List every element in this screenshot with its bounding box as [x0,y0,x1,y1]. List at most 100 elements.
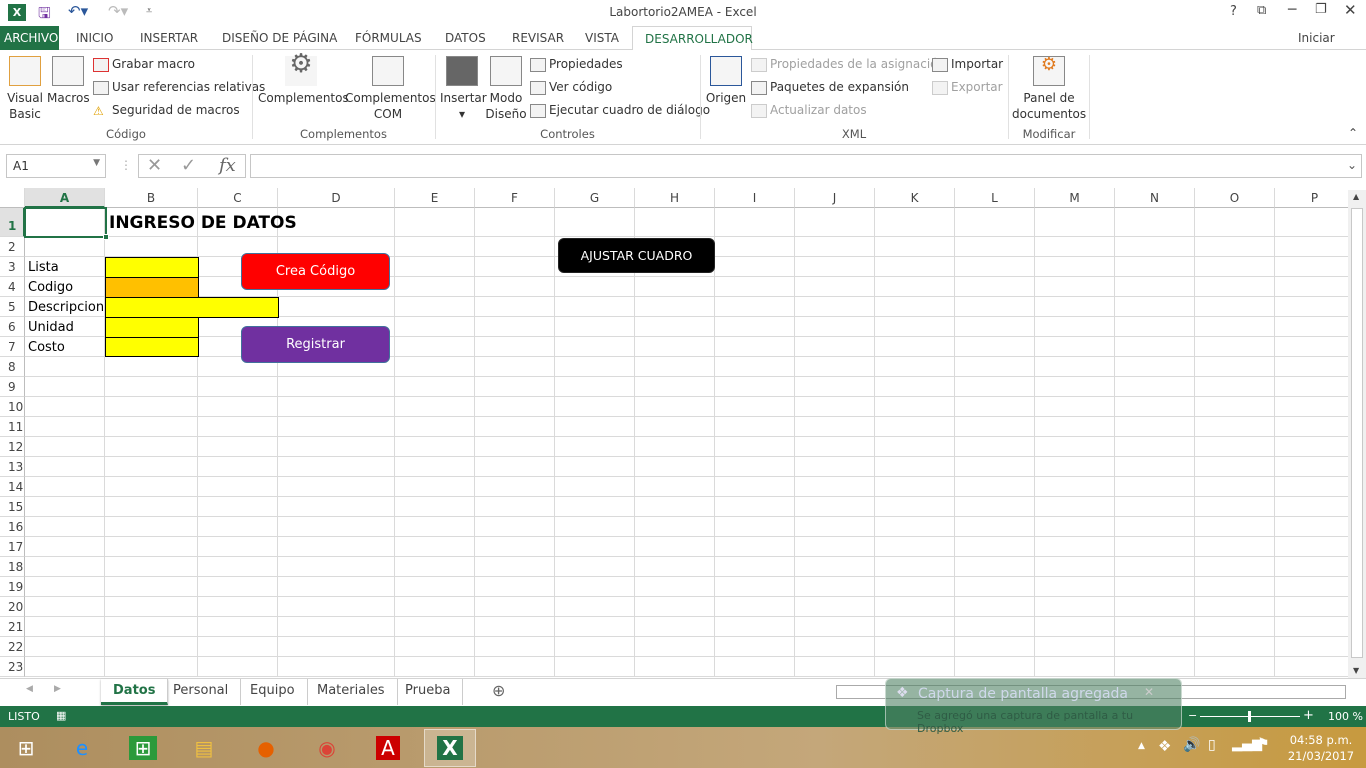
toast-close-icon[interactable]: ✕ [1144,685,1154,699]
row-header-13[interactable]: 13 [0,457,25,477]
help-icon[interactable]: ? [1230,4,1237,19]
row-header-19[interactable]: 19 [0,577,25,597]
row-header-10[interactable]: 10 [0,397,25,417]
scroll-down-icon[interactable]: ▼ [1353,666,1359,675]
tab-desarrollador[interactable]: DESARROLLADOR [632,26,753,51]
macro-record-icon[interactable]: ▦ [56,709,66,722]
enter-icon[interactable]: ✓ [181,155,196,176]
relative-references-button[interactable]: Usar referencias relativas [93,80,265,95]
row-header-16[interactable]: 16 [0,517,25,537]
import-button[interactable]: Importar [932,57,1003,72]
store-icon[interactable]: ⊞ [117,729,169,767]
insertar-control-button[interactable]: Insertar ▾ [440,56,487,122]
column-header-o[interactable]: O [1195,188,1275,208]
zoom-out-icon[interactable]: − [1188,709,1197,722]
selected-cell-a1[interactable] [24,207,109,240]
input-cell-descripcion[interactable] [105,297,279,318]
refresh-data-button[interactable]: Actualizar datos [751,103,867,118]
volume-icon[interactable]: 🔊 [1183,737,1200,753]
map-properties-button[interactable]: Propiedades de la asignación [751,57,945,72]
macros-button[interactable]: Macros [47,56,90,106]
column-header-f[interactable]: F [475,188,555,208]
input-cell-costo[interactable] [105,337,199,357]
input-cell-lista[interactable] [105,257,199,278]
sheet-tab-materiales[interactable]: Materiales [305,679,398,705]
column-header-g[interactable]: G [555,188,635,208]
cancel-icon[interactable]: ✕ [147,155,162,176]
formula-input[interactable]: ⌄ [250,154,1362,178]
column-header-k[interactable]: K [875,188,955,208]
row-header-23[interactable]: 23 [0,657,25,677]
column-header-m[interactable]: M [1035,188,1115,208]
row-header-8[interactable]: 8 [0,357,25,377]
vertical-scrollbar[interactable]: ▲ ▼ [1348,190,1366,678]
column-header-a[interactable]: A [25,188,105,208]
column-header-l[interactable]: L [955,188,1035,208]
column-header-b[interactable]: B [105,188,198,208]
tab-vista[interactable]: VISTA [581,26,623,50]
insert-function-icon[interactable]: fx [219,155,236,176]
complementos-button[interactable]: ⚙ Complementos [258,51,349,106]
complementos-com-button[interactable]: Complementos COM [345,56,436,122]
start-windows-icon[interactable]: ⊞ [0,729,52,767]
firefox-icon[interactable]: ● [240,729,292,767]
row-header-2[interactable]: 2 [0,237,25,257]
row-header-1[interactable]: 1 [0,208,25,237]
row-header-12[interactable]: 12 [0,437,25,457]
view-code-button[interactable]: Ver código [530,80,612,95]
row-header-17[interactable]: 17 [0,537,25,557]
zoom-slider-thumb[interactable] [1248,711,1251,722]
sheet-tab-equipo[interactable]: Equipo [238,679,308,705]
expand-formula-icon[interactable]: ⌄ [1347,158,1357,172]
crea-codigo-button[interactable]: Crea Código [241,253,390,290]
prev-sheet-icon[interactable]: ◀ [26,684,33,694]
close-icon[interactable]: ✕ [1344,1,1357,19]
tab-archivo[interactable]: ARCHIVO [0,26,59,50]
export-button[interactable]: Exportar [932,80,1003,95]
zoom-slider[interactable] [1200,711,1300,722]
dropbox-icon[interactable]: ❖ [1158,737,1171,755]
registrar-button[interactable]: Registrar [241,326,390,363]
restore-icon[interactable]: ❐ [1315,2,1327,17]
document-panel-button[interactable]: ⚙ Panel de documentos [1012,56,1086,122]
minimize-icon[interactable]: ─ [1288,2,1296,18]
drag-handle-icon[interactable]: ⋮ [120,158,132,172]
row-header-21[interactable]: 21 [0,617,25,637]
internet-explorer-icon[interactable]: e [56,729,108,767]
action-center-flag-icon[interactable]: ⚑ [1257,736,1270,752]
row-header-6[interactable]: 6 [0,317,25,337]
row-header-14[interactable]: 14 [0,477,25,497]
row-header-7[interactable]: 7 [0,337,25,357]
sign-in-link[interactable]: Iniciar sesión [1294,26,1366,69]
tab-inicio[interactable]: INICIO [72,26,117,50]
column-header-p[interactable]: P [1275,188,1348,208]
input-cell-codigo[interactable] [105,277,199,298]
select-all-corner[interactable] [0,188,25,208]
tab-diseno-pagina[interactable]: DISEÑO DE PÁGINA [218,26,341,50]
file-explorer-icon[interactable]: ▤ [178,729,230,767]
origen-button[interactable]: Origen [705,56,747,106]
next-sheet-icon[interactable]: ▶ [54,684,61,694]
expansion-packs-button[interactable]: Paquetes de expansión [751,80,909,95]
design-mode-button[interactable]: Modo Diseño [485,56,527,122]
properties-button[interactable]: Propiedades [530,57,623,72]
fill-handle[interactable] [103,234,109,240]
chrome-icon[interactable]: ◉ [301,729,353,767]
sheet-tab-datos[interactable]: Datos [101,679,169,705]
tab-revisar[interactable]: REVISAR [508,26,568,50]
show-hidden-icons-icon[interactable]: ▲ [1138,741,1145,751]
scroll-thumb[interactable] [1351,208,1363,658]
ajustar-cuadro-button[interactable]: AJUSTAR CUADRO [558,238,715,273]
collapse-ribbon-icon[interactable]: ⌃ [1348,126,1358,140]
tab-datos[interactable]: DATOS [441,26,490,50]
column-header-n[interactable]: N [1115,188,1195,208]
record-macro-button[interactable]: Grabar macro [93,57,195,72]
zoom-in-icon[interactable]: + [1303,708,1314,723]
row-header-4[interactable]: 4 [0,277,25,297]
macro-security-button[interactable]: ⚠ Seguridad de macros [93,103,240,118]
dropbox-notification[interactable]: ❖ Captura de pantalla agregada ✕ Se agre… [885,678,1182,735]
row-header-20[interactable]: 20 [0,597,25,617]
clock[interactable]: 04:58 p.m. 21/03/2017 [1286,732,1356,764]
tab-insertar[interactable]: INSERTAR [136,26,202,50]
row-header-11[interactable]: 11 [0,417,25,437]
